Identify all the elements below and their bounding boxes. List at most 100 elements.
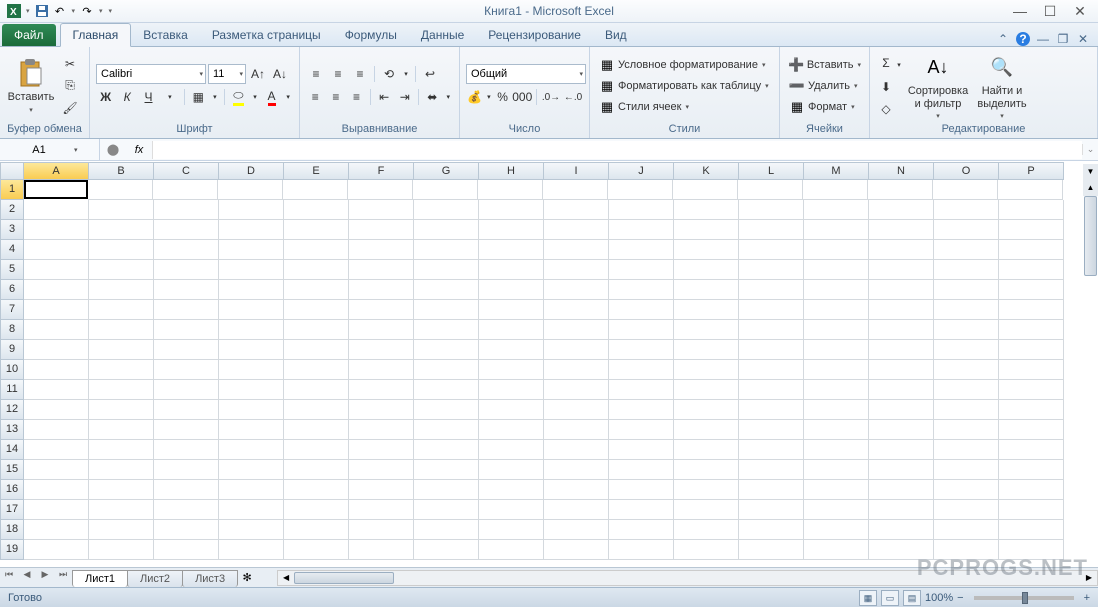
cell[interactable] (89, 300, 154, 320)
cell[interactable] (479, 380, 544, 400)
cell[interactable] (609, 300, 674, 320)
align-top-icon[interactable]: ≡ (306, 64, 326, 84)
cell[interactable] (934, 340, 999, 360)
format-painter-icon[interactable]: 🖌 (60, 98, 80, 118)
row-header[interactable]: 1 (0, 180, 24, 200)
cell[interactable] (479, 340, 544, 360)
cell[interactable] (89, 480, 154, 500)
cell[interactable] (24, 380, 89, 400)
cell[interactable] (348, 180, 413, 200)
cell[interactable] (89, 400, 154, 420)
cell[interactable] (999, 240, 1064, 260)
cell[interactable] (674, 280, 739, 300)
cell[interactable] (804, 540, 869, 560)
cell[interactable] (24, 460, 89, 480)
cell[interactable] (869, 300, 934, 320)
cell[interactable] (544, 240, 609, 260)
cell[interactable] (349, 240, 414, 260)
cell[interactable] (479, 520, 544, 540)
cell[interactable] (934, 240, 999, 260)
cell[interactable] (999, 280, 1064, 300)
name-box-dropdown-icon[interactable]: ▾ (74, 146, 78, 154)
tab-review[interactable]: Рецензирование (476, 24, 593, 46)
font-color-dropdown-icon[interactable]: ▾ (283, 87, 293, 107)
comma-style-icon[interactable]: 000 (512, 87, 532, 107)
zoom-out-icon[interactable]: − (957, 592, 963, 604)
save-icon[interactable] (34, 3, 50, 19)
cell[interactable] (284, 220, 349, 240)
excel-app-icon[interactable]: X (6, 3, 22, 19)
paste-button[interactable]: Вставить ▾ (6, 49, 56, 122)
cell[interactable] (284, 420, 349, 440)
cell[interactable] (24, 260, 89, 280)
cell[interactable] (219, 440, 284, 460)
font-color-icon[interactable]: A (262, 87, 281, 107)
font-size-combo[interactable]: 11▾ (208, 64, 246, 84)
redo-dropdown-icon[interactable]: ▾ (97, 7, 105, 15)
row-header[interactable]: 2 (0, 200, 24, 220)
align-bottom-icon[interactable]: ≡ (350, 64, 370, 84)
cell[interactable] (804, 440, 869, 460)
cell[interactable] (739, 260, 804, 280)
clear-icon[interactable]: ◇ (876, 99, 896, 119)
row-header[interactable]: 14 (0, 440, 24, 460)
cell[interactable] (414, 280, 479, 300)
undo-icon[interactable]: ↶ (52, 3, 68, 19)
fill-dropdown-icon[interactable]: ▾ (250, 87, 260, 107)
cell[interactable] (608, 180, 673, 200)
cell[interactable] (674, 520, 739, 540)
cell[interactable] (739, 300, 804, 320)
fx-icon[interactable]: fx (126, 144, 152, 156)
cell[interactable] (89, 260, 154, 280)
cell[interactable] (153, 180, 218, 200)
cell[interactable] (934, 380, 999, 400)
increase-decimal-icon[interactable]: .0→ (541, 87, 561, 107)
cell[interactable] (414, 260, 479, 280)
format-cells-button[interactable]: ▦Формат▾ (786, 97, 863, 117)
cell[interactable] (479, 280, 544, 300)
font-name-combo[interactable]: Calibri▾ (96, 64, 206, 84)
zoom-slider[interactable] (974, 596, 1074, 600)
cell[interactable] (869, 520, 934, 540)
file-tab[interactable]: Файл (2, 24, 56, 46)
cell[interactable] (544, 420, 609, 440)
cell[interactable] (868, 180, 933, 200)
cell[interactable] (609, 440, 674, 460)
cell[interactable] (479, 240, 544, 260)
cell[interactable] (284, 520, 349, 540)
cell[interactable] (349, 440, 414, 460)
cell[interactable] (999, 220, 1064, 240)
cell[interactable] (24, 300, 89, 320)
expand-formula-bar-icon[interactable]: ⌄ (1082, 144, 1098, 155)
cell[interactable] (804, 400, 869, 420)
cell[interactable] (674, 540, 739, 560)
cell[interactable] (478, 180, 543, 200)
cell[interactable] (739, 280, 804, 300)
cell[interactable] (89, 440, 154, 460)
cell[interactable] (999, 500, 1064, 520)
cell[interactable] (89, 280, 154, 300)
cell[interactable] (674, 440, 739, 460)
cell[interactable] (934, 460, 999, 480)
prev-sheet-icon[interactable]: ◀ (18, 569, 36, 587)
cell[interactable] (739, 340, 804, 360)
cell[interactable] (739, 480, 804, 500)
cell[interactable] (414, 480, 479, 500)
cell[interactable] (543, 180, 608, 200)
cell[interactable] (934, 440, 999, 460)
cell[interactable] (89, 340, 154, 360)
cell[interactable] (609, 500, 674, 520)
cell[interactable] (284, 280, 349, 300)
cell[interactable] (479, 220, 544, 240)
cell[interactable] (934, 520, 999, 540)
tab-formulas[interactable]: Формулы (333, 24, 409, 46)
row-header[interactable]: 17 (0, 500, 24, 520)
page-break-view-icon[interactable]: ▤ (903, 590, 921, 606)
cell[interactable] (24, 520, 89, 540)
first-sheet-icon[interactable]: ⏮ (0, 569, 18, 587)
cell[interactable] (349, 540, 414, 560)
cell[interactable] (154, 200, 219, 220)
cell[interactable] (934, 260, 999, 280)
cell[interactable] (24, 500, 89, 520)
cell[interactable] (999, 480, 1064, 500)
